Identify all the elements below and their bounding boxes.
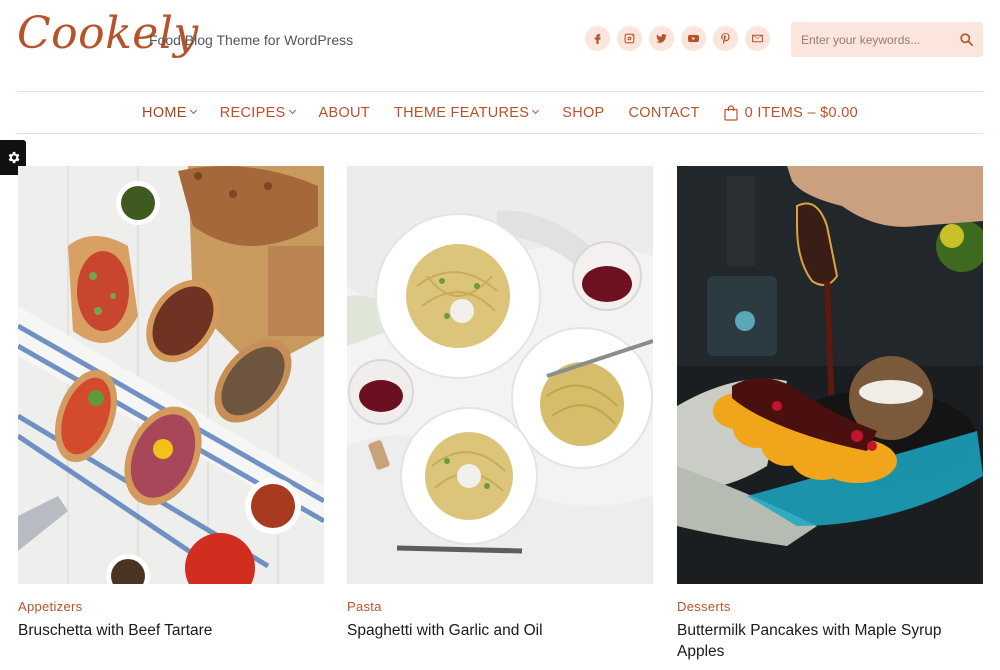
search-input[interactable]	[791, 22, 951, 57]
shopping-bag-icon	[724, 104, 738, 121]
nav-item-label: CONTACT	[628, 104, 700, 121]
nav-item-label: THEME FEATURES	[393, 104, 530, 121]
chevron-down-icon	[189, 106, 197, 115]
nav-item-label: ABOUT	[318, 104, 370, 121]
email-icon[interactable]	[745, 26, 770, 51]
site-header: Cookely Food Blog Theme for WordPress	[0, 0, 1000, 92]
post-card: Appetizers Bruschetta with Beef Tartare	[18, 166, 324, 641]
post-thumbnail-bruschetta[interactable]	[18, 166, 324, 584]
nav-item-label: HOME	[142, 104, 187, 121]
pinterest-icon[interactable]	[713, 26, 738, 51]
nav-item-recipes[interactable]: RECIPES	[208, 105, 307, 121]
youtube-icon[interactable]	[681, 26, 706, 51]
twitter-icon[interactable]	[649, 26, 674, 51]
gear-icon	[8, 151, 19, 164]
search-box	[791, 22, 983, 57]
nav-item-contact[interactable]: CONTACT	[617, 105, 712, 121]
post-category[interactable]: Appetizers	[18, 599, 324, 614]
post-thumbnail-pancakes[interactable]	[677, 166, 983, 584]
main-navigation: HOME RECIPES ABOUT THEME FEATURES SHOP C…	[17, 91, 983, 134]
nav-item-label: RECIPES	[219, 104, 286, 121]
post-card: Pasta Spaghetti with Garlic and Oil	[347, 166, 653, 641]
cart-label: 0 ITEMS – $0.00	[744, 104, 858, 121]
nav-item-theme-features[interactable]: THEME FEATURES	[382, 105, 550, 121]
site-tagline: Food Blog Theme for WordPress	[149, 32, 354, 48]
nav-item-shop[interactable]: SHOP	[550, 105, 616, 121]
post-title[interactable]: Bruschetta with Beef Tartare	[18, 620, 324, 641]
search-icon[interactable]	[951, 22, 981, 57]
social-links	[585, 26, 770, 51]
chevron-down-icon	[532, 106, 540, 115]
facebook-icon[interactable]	[585, 26, 610, 51]
instagram-icon[interactable]	[617, 26, 642, 51]
post-title[interactable]: Buttermilk Pancakes with Maple Syrup App…	[677, 620, 983, 662]
nav-item-home[interactable]: HOME	[130, 105, 208, 121]
chevron-down-icon	[288, 106, 296, 115]
post-title[interactable]: Spaghetti with Garlic and Oil	[347, 620, 653, 641]
post-thumbnail-spaghetti[interactable]	[347, 166, 653, 584]
nav-item-cart[interactable]: 0 ITEMS – $0.00	[712, 105, 870, 121]
post-category[interactable]: Desserts	[677, 599, 983, 614]
nav-item-about[interactable]: ABOUT	[307, 105, 382, 121]
nav-item-label: SHOP	[562, 104, 605, 121]
post-card: Desserts Buttermilk Pancakes with Maple …	[677, 166, 983, 662]
post-category[interactable]: Pasta	[347, 599, 653, 614]
